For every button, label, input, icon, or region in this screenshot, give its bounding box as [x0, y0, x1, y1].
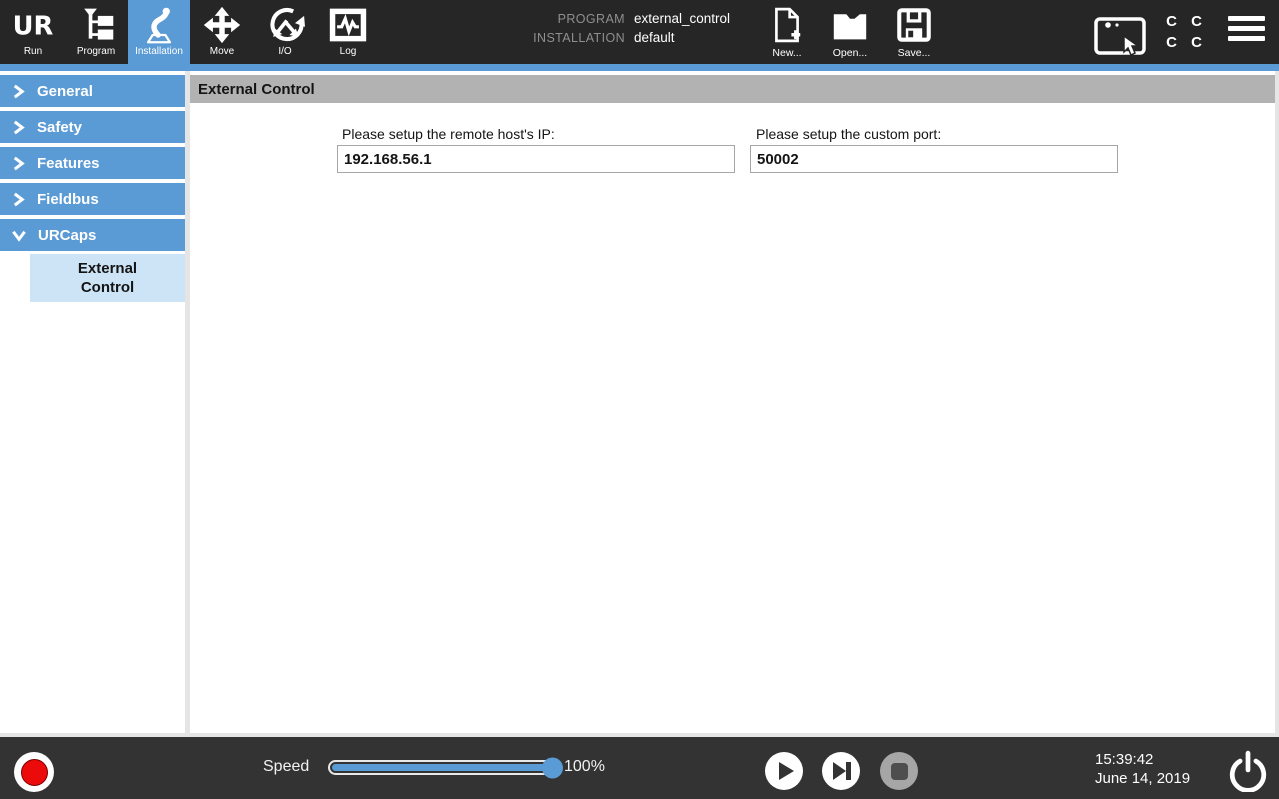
chevron-down-icon — [11, 228, 27, 243]
tab-move-label: Move — [210, 46, 234, 58]
menu-bar-icon — [1228, 26, 1265, 31]
installation-label: INSTALLATION — [450, 31, 625, 45]
tab-log-label: Log — [340, 46, 357, 58]
hamburger-menu-button[interactable] — [1228, 16, 1265, 46]
touchscreen-icon — [1093, 14, 1149, 58]
sidebar-item-features[interactable]: Features — [0, 147, 185, 179]
open-button-label: Open... — [833, 47, 867, 59]
chevron-right-icon — [11, 192, 26, 207]
chevron-right-icon — [11, 120, 26, 135]
stop-icon — [891, 763, 908, 780]
tab-installation-label: Installation — [135, 46, 183, 58]
accent-strip — [0, 64, 1279, 71]
sidebar-item-fieldbus[interactable]: Fieldbus — [0, 183, 185, 215]
tab-io-label: I/O — [278, 46, 291, 58]
program-label: PROGRAM — [450, 12, 625, 26]
installation-name: default — [634, 30, 730, 45]
save-button[interactable]: Save... — [885, 5, 943, 61]
sidebar-item-safety[interactable]: Safety — [0, 111, 185, 143]
status-letter: C — [1159, 11, 1184, 32]
move-arrows-icon — [202, 0, 242, 46]
open-folder-icon — [830, 5, 870, 45]
sidebar-item-label: Features — [37, 155, 100, 172]
status-letter: C — [1184, 11, 1209, 32]
sidebar-item-label: Safety — [37, 119, 82, 136]
step-forward-icon — [822, 752, 860, 790]
sidebar-item-external-control[interactable]: External Control — [30, 254, 185, 302]
play-button[interactable] — [765, 752, 803, 790]
sidebar-item-label: General — [37, 83, 93, 100]
speed-value: 100% — [564, 758, 605, 776]
ur-logo-icon: UR — [12, 0, 54, 46]
tab-installation[interactable]: Installation — [128, 0, 190, 64]
program-name: external_control — [634, 11, 730, 26]
status-indicator-grid: C C C C — [1159, 11, 1209, 53]
speed-slider-thumb[interactable] — [542, 757, 563, 778]
step-button[interactable] — [822, 752, 860, 790]
panel-title: External Control — [198, 81, 315, 98]
custom-port-label: Please setup the custom port: — [756, 126, 941, 142]
tab-program[interactable]: Program — [65, 0, 127, 64]
touchscreen-button[interactable] — [1093, 14, 1149, 58]
time-text: 15:39:42 — [1095, 750, 1190, 769]
top-bar: UR Run Program — [0, 0, 1279, 64]
sidebar-item-general[interactable]: General — [0, 75, 185, 107]
sidebar-item-label: URCaps — [38, 227, 96, 244]
svg-text:UR: UR — [13, 12, 54, 42]
speed-slider[interactable] — [328, 760, 559, 775]
chevron-right-icon — [11, 84, 26, 99]
new-file-icon — [772, 5, 802, 45]
date-text: June 14, 2019 — [1095, 769, 1190, 788]
tab-log[interactable]: Log — [317, 0, 379, 64]
tab-program-label: Program — [77, 46, 115, 58]
robot-status-red-icon — [21, 759, 48, 786]
menu-bar-icon — [1228, 36, 1265, 41]
polyscope-app: UR Run Program — [0, 0, 1279, 799]
open-button[interactable]: Open... — [821, 5, 879, 61]
sidebar-item-label: Fieldbus — [37, 191, 99, 208]
initialize-robot-button[interactable] — [14, 752, 54, 792]
save-button-label: Save... — [898, 47, 931, 59]
sidebar-item-urcaps[interactable]: URCaps — [0, 219, 185, 251]
stop-button[interactable] — [880, 752, 918, 790]
menu-bar-icon — [1228, 16, 1265, 21]
tab-io[interactable]: I/O — [254, 0, 316, 64]
new-button-label: New... — [772, 47, 801, 59]
loaded-files-info: PROGRAM external_control INSTALLATION de… — [450, 11, 730, 45]
sidebar-subitem-label: External Control — [67, 259, 149, 297]
robot-arm-icon — [139, 0, 179, 46]
chevron-right-icon — [11, 156, 26, 171]
status-letter: C — [1159, 32, 1184, 53]
power-button[interactable] — [1227, 750, 1269, 797]
save-icon — [896, 5, 932, 45]
power-icon — [1227, 750, 1269, 792]
log-chart-icon — [328, 0, 368, 46]
remote-host-ip-input[interactable] — [337, 145, 735, 173]
tab-run-label: Run — [24, 46, 42, 58]
installation-sidebar: General Safety Features Fieldbus URCaps — [0, 71, 185, 733]
custom-port-input[interactable] — [750, 145, 1118, 173]
program-tree-icon — [76, 0, 116, 46]
remote-host-ip-label: Please setup the remote host's IP: — [342, 126, 555, 142]
speed-label: Speed — [263, 758, 309, 776]
play-icon — [765, 752, 803, 790]
speed-slider-fill — [332, 764, 554, 771]
new-button[interactable]: New... — [758, 5, 816, 61]
external-control-panel: External Control Please setup the remote… — [190, 71, 1275, 733]
tab-run[interactable]: UR Run — [2, 0, 64, 64]
clock: 15:39:42 June 14, 2019 — [1095, 750, 1190, 788]
panel-header: External Control — [190, 75, 1275, 103]
bottom-bar — [0, 737, 1279, 799]
io-icon — [265, 0, 305, 46]
tab-move[interactable]: Move — [191, 0, 253, 64]
status-letter: C — [1184, 32, 1209, 53]
